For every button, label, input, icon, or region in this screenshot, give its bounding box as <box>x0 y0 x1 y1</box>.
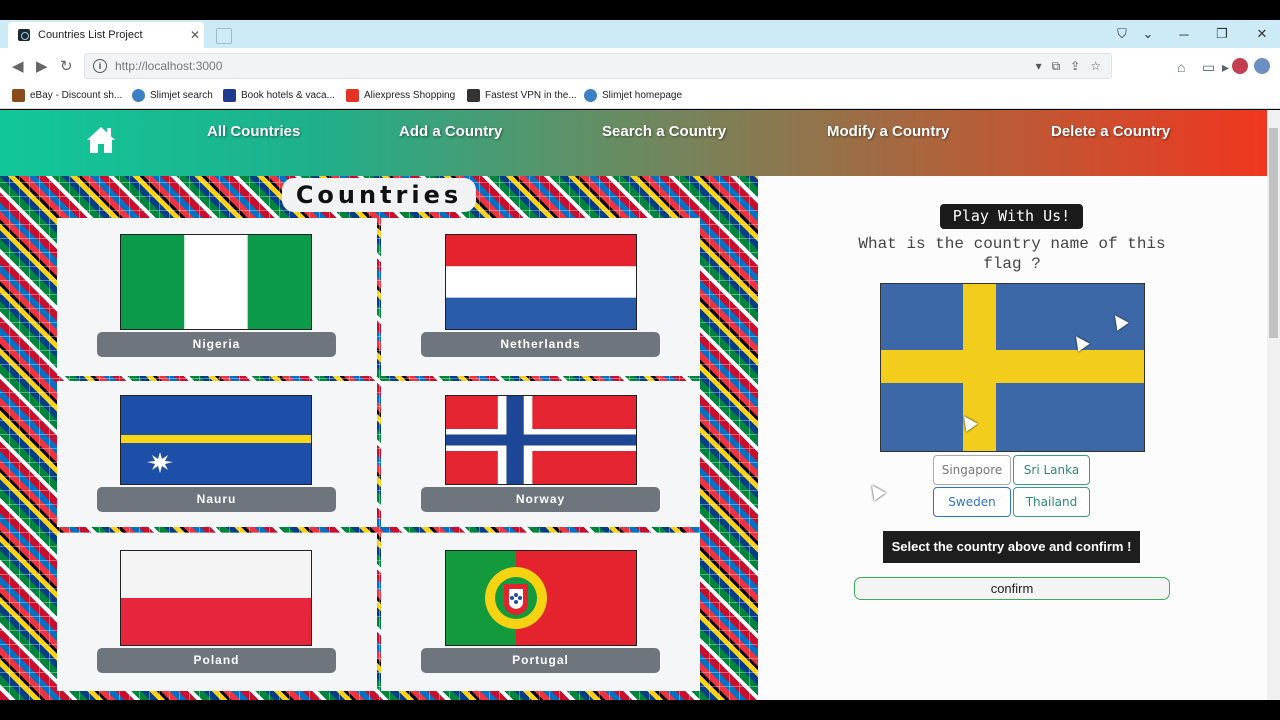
option-singapore[interactable]: Singapore <box>933 455 1011 485</box>
country-button-poland[interactable]: Poland <box>97 648 336 673</box>
country-button-norway[interactable]: Norway <box>421 487 660 512</box>
home-icon[interactable] <box>85 124 117 154</box>
profile-avatar-icon[interactable] <box>1232 58 1248 74</box>
reload-icon[interactable]: ↻ <box>60 57 73 75</box>
quiz-question: What is the country name of this flag ? <box>858 235 1166 273</box>
home-browser-icon[interactable]: ⌂ <box>1177 59 1185 75</box>
netherlands-flag <box>445 234 637 330</box>
bookmark-item[interactable]: eBay - Discount sh... <box>12 89 122 102</box>
confirm-button[interactable]: confirm <box>854 577 1170 600</box>
tab-strip: Countries List Project ✕ <box>0 20 1280 48</box>
browser-tab[interactable]: Countries List Project ✕ <box>8 22 204 48</box>
nav-delete-country[interactable]: Delete a Country <box>1051 123 1170 140</box>
app-navbar: All Countries Add a Country Search a Cou… <box>0 110 1267 176</box>
menu-arrow-icon[interactable]: ▸ <box>1222 59 1229 76</box>
nav-add-country[interactable]: Add a Country <box>399 123 502 140</box>
minimize-button[interactable]: ─ <box>1172 20 1196 48</box>
url-field[interactable]: i http://localhost:3000 ▾ ⧉ ⇪ ☆ <box>84 53 1112 79</box>
nav-modify-country[interactable]: Modify a Country <box>827 123 950 140</box>
quiz-flag-image <box>880 283 1145 452</box>
tab-title: Countries List Project <box>38 29 143 41</box>
back-icon[interactable]: ◀ <box>12 57 24 75</box>
bookmark-star-icon[interactable]: ☆ <box>1090 59 1101 73</box>
bookmarks-bar: eBay - Discount sh... Slimjet search Boo… <box>0 84 1280 109</box>
country-button-netherlands[interactable]: Netherlands <box>421 332 660 357</box>
country-button-portugal[interactable]: Portugal <box>421 648 660 673</box>
nauru-flag <box>120 395 312 485</box>
bookmark-item[interactable]: Book hotels & vaca... <box>223 89 335 102</box>
option-sri-lanka[interactable]: Sri Lanka <box>1013 455 1090 485</box>
bookmark-item[interactable]: Fastest VPN in the... <box>467 89 577 102</box>
tab-close-icon[interactable]: ✕ <box>186 28 204 42</box>
tab-list-chevron-icon[interactable]: ⌄ <box>1138 20 1158 48</box>
poland-flag <box>120 550 312 646</box>
address-bar-row: ◀ ▶ ↻ i http://localhost:3000 ▾ ⧉ ⇪ ☆ ⌂ … <box>0 48 1280 85</box>
nav-search-country[interactable]: Search a Country <box>602 123 726 140</box>
close-window-button[interactable]: ✕ <box>1250 20 1274 48</box>
bookmark-item[interactable]: Slimjet search <box>132 89 213 102</box>
norway-flag <box>445 395 637 485</box>
install-icon[interactable]: ⧉ <box>1052 59 1061 74</box>
screen-bottom-border <box>0 700 1280 720</box>
vpn-icon <box>467 89 480 102</box>
screen-top-border <box>0 0 1280 20</box>
play-badge: Play With Us! <box>940 204 1083 229</box>
site-favicon-icon <box>18 29 30 41</box>
url-text[interactable]: http://localhost:3000 <box>115 59 1036 73</box>
scrollbar-thumb[interactable] <box>1269 128 1278 338</box>
extensions-icon[interactable]: ⛉ <box>1112 20 1132 48</box>
site-info-icon[interactable]: i <box>93 59 107 73</box>
bookmark-item[interactable]: Slimjet homepage <box>584 89 682 102</box>
forward-icon[interactable]: ▶ <box>36 57 48 75</box>
aliexpress-icon <box>346 89 359 102</box>
share-icon[interactable]: ⇪ <box>1070 59 1080 73</box>
sidebar-icon[interactable]: ▭ <box>1202 59 1215 76</box>
globe-icon <box>584 89 597 102</box>
option-sweden[interactable]: Sweden <box>933 487 1011 517</box>
page-title: Countries <box>282 178 476 212</box>
country-button-nauru[interactable]: Nauru <box>97 487 336 512</box>
option-thailand[interactable]: Thailand <box>1013 487 1090 517</box>
globe-icon <box>132 89 145 102</box>
country-button-nigeria[interactable]: Nigeria <box>97 332 336 357</box>
portugal-flag <box>445 550 637 646</box>
browser-menu-icon[interactable] <box>1254 58 1270 74</box>
ebay-icon <box>12 89 25 102</box>
nav-all-countries[interactable]: All Countries <box>207 123 300 140</box>
quiz-hint: Select the country above and confirm ! <box>883 531 1140 563</box>
booking-icon <box>223 89 236 102</box>
nigeria-flag <box>120 234 312 330</box>
maximize-button[interactable]: ❐ <box>1210 20 1234 48</box>
bookmark-item[interactable]: Aliexpress Shopping <box>346 89 455 102</box>
new-tab-button[interactable] <box>216 28 232 44</box>
dropdown-icon[interactable]: ▾ <box>1036 59 1042 73</box>
